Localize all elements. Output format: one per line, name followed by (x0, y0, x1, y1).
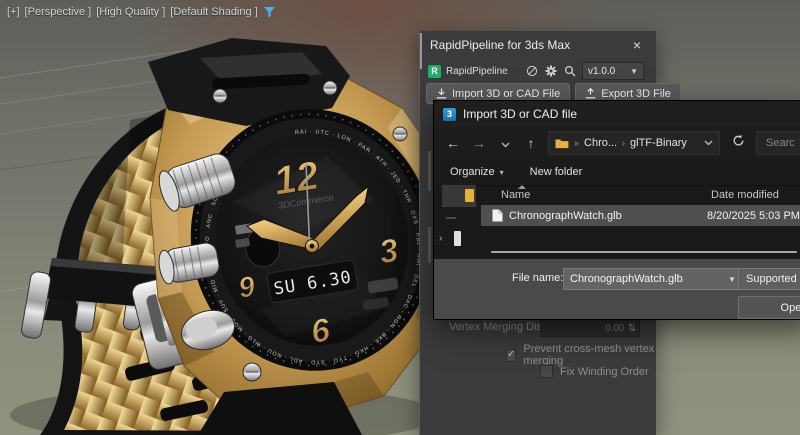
rapidpipeline-title: RapidPipeline for 3ds Max (430, 38, 628, 52)
tree-item-selected[interactable] (442, 185, 476, 207)
rapidpipeline-logo: R (428, 65, 441, 78)
close-icon[interactable]: × (628, 37, 646, 53)
folder-icon-small (465, 189, 474, 202)
breadcrumb-dropdown-icon[interactable] (704, 140, 713, 146)
column-header-date[interactable]: Date modified (711, 189, 779, 201)
open-button[interactable]: Open (738, 296, 800, 319)
folder-icon (555, 138, 569, 149)
spinner-icon[interactable]: ⇅ (628, 323, 636, 334)
rapidpipeline-brand: RapidPipeline (446, 66, 520, 77)
fix-winding-label: Fix Winding Order (560, 366, 649, 378)
new-folder-label: New folder (530, 166, 583, 178)
back-icon[interactable]: ← (444, 135, 462, 151)
sort-ascending-icon (518, 185, 526, 189)
recent-locations-icon[interactable] (496, 135, 514, 151)
version-dropdown[interactable]: v1.0.0 ▼ (582, 62, 644, 80)
organize-label: Organize (450, 166, 495, 178)
buckle-side-piece (20, 271, 51, 339)
organize-caret-icon: ▾ (500, 168, 504, 177)
numeral-12: 12 (271, 154, 322, 204)
up-icon[interactable]: ↑ (522, 135, 540, 151)
prevent-merge-row: ✓ Prevent cross-mesh vertex merging (506, 343, 656, 367)
dialog-nav-pane: › (434, 185, 476, 259)
file-type-value: Supported Forma (746, 273, 800, 285)
upload-icon (585, 88, 596, 99)
rapidpipeline-toolbar: R RapidPipeline v1.0.0 ▼ (420, 61, 652, 81)
fix-winding-row: Fix Winding Order (540, 365, 649, 378)
theme-toggle-icon[interactable] (525, 64, 539, 78)
import-file-dialog: 3 Import 3D or CAD file ← → ↑ » Chro... … (433, 100, 800, 320)
viewport-menu-quality[interactable]: [High Quality ] (96, 6, 165, 18)
horizontal-scrollbar[interactable] (491, 251, 797, 253)
dialog-command-bar: Organize ▾ New folder (434, 159, 800, 186)
file-icon (492, 209, 503, 222)
version-value: v1.0.0 (588, 66, 615, 77)
organize-menu[interactable]: Organize ▾ (450, 166, 504, 178)
dialog-titlebar[interactable]: 3 Import 3D or CAD file (434, 101, 800, 127)
viewport-menu-pov[interactable]: [Perspective ] (25, 6, 92, 18)
search-box[interactable] (756, 131, 800, 155)
file-name-caret-icon: ▼ (728, 275, 736, 284)
vertex-merging-value: 0.00 (605, 323, 624, 334)
breadcrumb-current[interactable]: glTF-Binary (630, 137, 699, 149)
chevron-down-icon: ▼ (630, 67, 638, 76)
prevent-merge-checkbox[interactable]: ✓ (506, 349, 516, 362)
dialog-title: Import 3D or CAD file (463, 107, 577, 121)
max-viewport: RAI · UTC · LON · PAR · ATH · JED · THR … (0, 0, 800, 435)
tree-divider (446, 217, 456, 219)
new-folder-button[interactable]: New folder (530, 166, 583, 178)
breadcrumb[interactable]: » Chro... › glTF-Binary (548, 131, 720, 155)
viewport-menu-general[interactable]: [+] (7, 6, 20, 18)
3dsmax-app-icon: 3 (443, 108, 456, 121)
dialog-navbar: ← → ↑ » Chro... › glTF-Binary (434, 127, 800, 159)
open-button-label: Open (781, 302, 800, 314)
breadcrumb-parent[interactable]: Chro... (584, 137, 617, 149)
viewport-menu-shading[interactable]: [Default Shading ] (170, 6, 257, 18)
refresh-icon[interactable] (728, 134, 748, 152)
dialog-footer: File name: ChronographWatch.glb ▼ Suppor… (434, 259, 800, 319)
breadcrumb-sep-icon: » (574, 138, 579, 148)
tree-expand-icon[interactable]: › (439, 233, 442, 244)
download-icon (436, 88, 447, 99)
file-date-modified: 8/20/2025 5:03 PM (707, 210, 800, 222)
vertex-merging-field[interactable]: 0.00 ⇅ (540, 320, 640, 337)
rollout-edge-2 (428, 227, 431, 263)
search-icon[interactable] (563, 64, 577, 78)
import-3d-label: Import 3D or CAD File (452, 88, 560, 100)
watch-3d-model[interactable]: RAI · UTC · LON · PAR · ATH · JED · THR … (0, 0, 470, 435)
rapidpipeline-titlebar[interactable]: RapidPipeline for 3ds Max × (420, 31, 656, 59)
search-input[interactable] (764, 136, 796, 150)
file-type-combobox[interactable]: Supported Forma (738, 268, 800, 290)
drive-icon[interactable] (454, 231, 461, 246)
file-name-value: ChronographWatch.glb (570, 273, 728, 285)
column-header-name[interactable]: Name (501, 189, 530, 201)
file-name: ChronographWatch.glb (509, 210, 701, 222)
forward-icon[interactable]: → (470, 135, 488, 151)
viewport-label: [+] [Perspective ] [High Quality ] [Defa… (7, 6, 276, 18)
chevron-right-icon: › (622, 138, 625, 148)
export-3d-label: Export 3D File (601, 88, 671, 100)
file-row-selected[interactable]: ChronographWatch.glb 8/20/2025 5:03 PM (481, 205, 800, 226)
gear-icon[interactable] (544, 64, 558, 78)
fix-winding-checkbox[interactable] (540, 365, 553, 378)
file-name-combobox[interactable]: ChronographWatch.glb ▼ (563, 268, 743, 290)
rollout-edge (428, 151, 431, 191)
viewport-filter-icon[interactable] (263, 6, 276, 18)
prevent-merge-label: Prevent cross-mesh vertex merging (523, 343, 656, 367)
file-name-label: File name: (512, 272, 563, 284)
